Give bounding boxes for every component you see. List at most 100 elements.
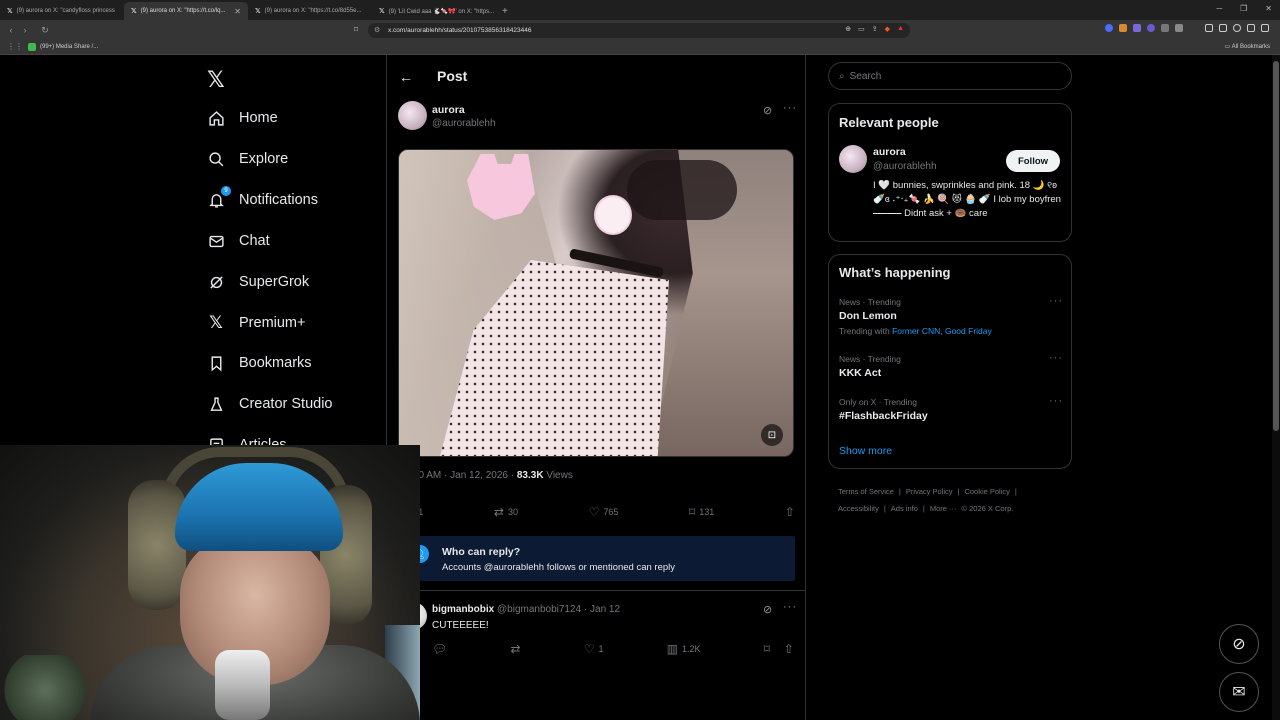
more-options-icon[interactable]: ··· <box>1049 295 1063 307</box>
extension-icon[interactable] <box>1105 24 1113 32</box>
sidebar-item-bookmarks[interactable]: Bookmarks <box>207 354 312 372</box>
new-tab-button[interactable]: + <box>496 2 514 20</box>
cast-icon[interactable]: ▭ <box>858 25 865 33</box>
wallet-icon[interactable] <box>1219 24 1227 32</box>
sidebar-item-home[interactable]: Home <box>207 109 278 127</box>
scrollbar-thumb[interactable] <box>1273 61 1279 431</box>
footer-link[interactable]: Ads info <box>891 504 918 513</box>
trend-item[interactable]: Only on X · Trending #FlashbackFriday ··… <box>839 395 1063 422</box>
search-icon <box>207 150 225 168</box>
post-author-handle[interactable]: @aurorablehh <box>432 118 496 129</box>
brave-shield-icon[interactable]: ◆ <box>885 25 890 33</box>
vpn-icon[interactable] <box>1247 24 1255 32</box>
rewards-icon[interactable]: ▲ <box>897 25 904 33</box>
share-icon[interactable]: ⇧ <box>784 642 794 656</box>
site-info-icon[interactable]: ⚙ <box>374 26 380 34</box>
share-icon[interactable]: ⇪ <box>872 25 878 33</box>
bookmark-item[interactable]: (99+) Media Share /... <box>28 43 98 51</box>
footer-link[interactable]: Privacy Policy <box>906 487 953 496</box>
extension-icon[interactable] <box>1119 24 1127 32</box>
messages-fab[interactable]: ✉ <box>1219 672 1259 712</box>
footer-separator: | <box>898 487 901 496</box>
reply-text: CUTEEEEE! <box>432 620 489 631</box>
apps-icon[interactable]: ⋮⋮ <box>7 42 23 51</box>
menu-icon[interactable] <box>1261 24 1269 32</box>
all-bookmarks[interactable]: ▭ All Bookmarks <box>1225 43 1270 50</box>
footer-link[interactable]: Cookie Policy <box>964 487 1009 496</box>
footer-link[interactable]: Accessibility <box>838 504 879 513</box>
zoom-icon[interactable]: ⊕ <box>845 25 851 33</box>
footer-link[interactable]: More ··· <box>930 504 957 513</box>
browser-tab-active[interactable]: 𝕏 (9) aurora on X: "https://t.co/lq... ✕ <box>124 2 248 20</box>
grok-image-icon[interactable]: ⊡ <box>761 424 783 446</box>
person-bio: I 🤍 bunnies, swprinkles and pink. 18 🌙 ୧… <box>873 180 1061 219</box>
more-options-icon[interactable]: ··· <box>1049 352 1063 364</box>
extension-icon[interactable] <box>1147 24 1155 32</box>
bookmark-icon[interactable]: ⌑ <box>764 642 770 656</box>
more-options-icon[interactable]: ··· <box>1049 395 1063 407</box>
back-arrow-icon[interactable]: ← <box>399 69 413 85</box>
reply-author-name[interactable]: bigmanbobix <box>432 604 494 615</box>
extension-icon[interactable] <box>1161 24 1169 32</box>
like-button[interactable]: ♡ 765 <box>589 505 619 519</box>
search-input[interactable]: ⌕ Search <box>828 62 1072 90</box>
post-actions: 💬︎1 ⇄30 ♡765 ⌑131 ⇧ <box>399 505 795 519</box>
who-can-reply-subtitle: Accounts @aurorablehh follows or mention… <box>442 562 676 573</box>
minimize-icon[interactable]: ─ <box>1216 4 1222 13</box>
person-handle[interactable]: @aurorablehh <box>873 161 937 172</box>
url-field[interactable]: ⚙ x.com/aurorablehh/status/2010753856318… <box>368 22 910 38</box>
post-author-name[interactable]: aurora <box>432 104 465 116</box>
reply-button[interactable]: 💬︎ <box>432 642 447 656</box>
post-image[interactable]: ⊡ <box>398 149 794 457</box>
browser-tab[interactable]: 𝕏 (9) 'Lil Cwid aaa 🐇🍬🎀' on X: "https... <box>372 2 496 20</box>
sidebar-item-label: SuperGrok <box>239 274 310 290</box>
maximize-icon[interactable]: ❐ <box>1240 4 1247 13</box>
forward-arrow-icon[interactable]: › <box>18 25 32 35</box>
bookmark-button[interactable]: ⌑ 131 <box>689 505 714 519</box>
repost-button[interactable]: ⇄ <box>510 642 520 656</box>
trend-item[interactable]: News · Trending Don Lemon Trending with … <box>839 295 1063 336</box>
more-options-icon[interactable]: ··· <box>783 102 797 114</box>
reply-author-handle[interactable]: @bigmanbobi7124 · Jan 12 <box>497 604 620 615</box>
back-arrow-icon[interactable]: ‹ <box>4 25 18 35</box>
grok-fab[interactable]: ⊘ <box>1219 624 1259 664</box>
close-window-icon[interactable]: ✕ <box>1265 4 1272 13</box>
webcam-region <box>0 655 90 720</box>
sidebar-item-explore[interactable]: Explore <box>207 150 288 168</box>
views-button[interactable]: ▥ 1.2K <box>667 642 701 656</box>
more-options-icon[interactable]: ··· <box>783 601 797 613</box>
trend-item[interactable]: News · Trending KKK Act ··· <box>839 352 1063 379</box>
bookmark-page-icon[interactable]: ⌑ <box>354 25 358 34</box>
person-name[interactable]: aurora <box>873 146 906 158</box>
avatar[interactable] <box>398 101 427 130</box>
close-tab-icon[interactable]: ✕ <box>234 7 241 16</box>
browser-tab[interactable]: 𝕏 (9) aurora on X: "candyfloss princess <box>0 2 124 20</box>
footer-link[interactable]: Terms of Service <box>838 487 894 496</box>
x-logo[interactable]: 𝕏 <box>207 67 225 93</box>
sidebar-item-premium[interactable]: 𝕏 Premium+ <box>207 313 305 332</box>
leo-icon[interactable] <box>1233 24 1241 32</box>
webcam-region <box>128 480 186 610</box>
like-button[interactable]: ♡ 1 <box>584 642 604 656</box>
trend-context: Trending with Former CNN, Good Friday <box>839 326 1063 336</box>
follow-button[interactable]: Follow <box>1006 150 1060 172</box>
sidebar-icon[interactable] <box>1205 24 1213 32</box>
grok-icon[interactable]: ⊘ <box>763 603 772 616</box>
trend-links[interactable]: Former CNN, Good Friday <box>892 326 992 336</box>
show-more-link[interactable]: Show more <box>839 445 892 457</box>
repost-button[interactable]: ⇄ 30 <box>494 505 518 519</box>
extension-icon[interactable] <box>1175 24 1183 32</box>
sidebar-item-notifications[interactable]: 9 Notifications <box>207 186 318 209</box>
sidebar-item-chat[interactable]: Chat <box>207 232 270 250</box>
extension-icon[interactable] <box>1133 24 1141 32</box>
share-button[interactable]: ⇧ <box>785 505 795 519</box>
trend-name: KKK Act <box>839 367 882 379</box>
browser-tab[interactable]: 𝕏 (9) aurora on X: "https://t.co/8d55e... <box>248 2 372 20</box>
avatar[interactable] <box>839 145 867 173</box>
reload-icon[interactable]: ↻ <box>38 25 52 36</box>
sidebar-item-creator-studio[interactable]: Creator Studio <box>207 395 333 413</box>
reply-post[interactable]: bigmanbobix @bigmanbobi7124 · Jan 12 CUT… <box>387 590 805 662</box>
scrollbar[interactable] <box>1272 55 1280 720</box>
sidebar-item-supergrok[interactable]: SuperGrok <box>207 273 309 291</box>
grok-icon[interactable]: ⊘ <box>763 104 772 117</box>
